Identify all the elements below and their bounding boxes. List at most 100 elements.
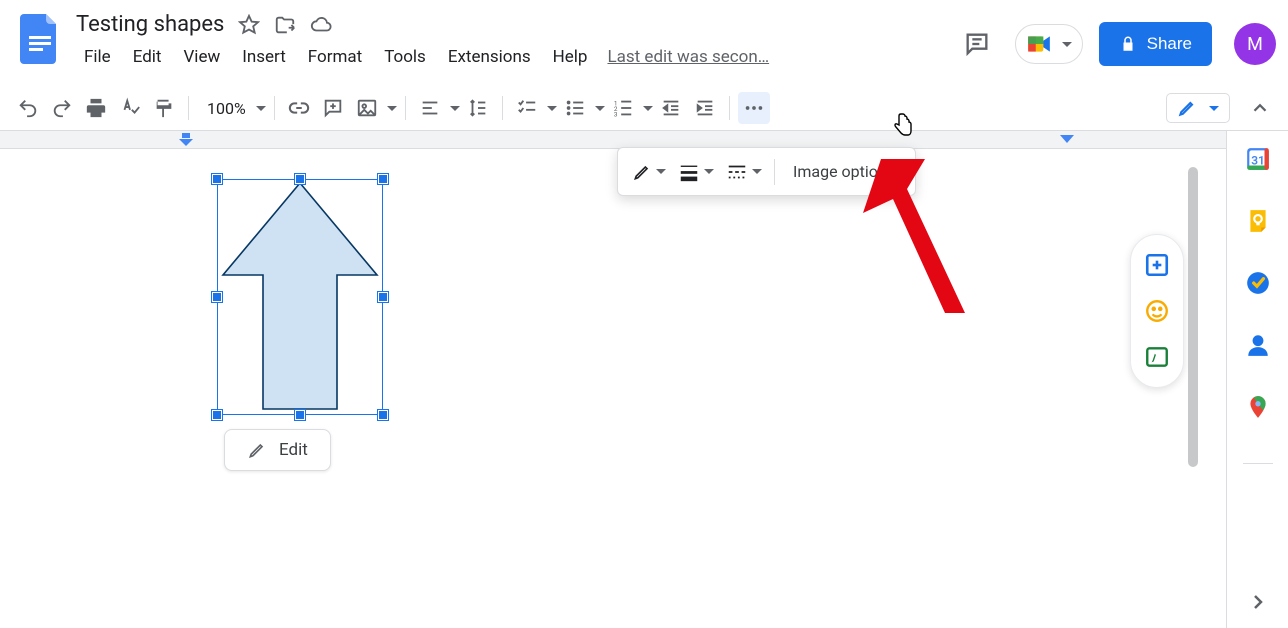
caret-down-icon xyxy=(1209,106,1219,111)
resize-handle-se[interactable] xyxy=(378,410,388,420)
title-row: Testing shapes xyxy=(70,12,955,37)
account-avatar[interactable]: M xyxy=(1234,23,1276,65)
meet-button[interactable] xyxy=(1015,24,1083,64)
pencil-icon xyxy=(632,162,652,182)
tasks-app-icon[interactable] xyxy=(1244,269,1272,297)
vertical-scrollbar[interactable] xyxy=(1188,167,1198,467)
edit-chip-label: Edit xyxy=(279,440,308,460)
resize-handle-e[interactable] xyxy=(378,292,388,302)
menu-view[interactable]: View xyxy=(173,43,230,71)
side-panel-separator xyxy=(1243,463,1273,464)
numbered-list-icon: 123 xyxy=(607,92,639,124)
resize-handle-sw[interactable] xyxy=(212,410,222,420)
checklist-icon xyxy=(511,92,543,124)
increase-indent-button[interactable] xyxy=(689,92,721,124)
appbar-right: Share M xyxy=(955,8,1276,66)
line-spacing-button[interactable] xyxy=(462,92,494,124)
pencil-icon xyxy=(1177,98,1197,118)
title-column: Testing shapes File Edit View Insert For… xyxy=(70,8,955,71)
move-icon[interactable] xyxy=(274,14,296,36)
border-dash-dropdown[interactable] xyxy=(726,161,762,183)
caret-down-icon xyxy=(547,106,557,111)
menu-insert[interactable]: Insert xyxy=(232,43,296,71)
resize-handle-nw[interactable] xyxy=(212,174,222,184)
border-dash-icon xyxy=(726,161,748,183)
resize-handle-w[interactable] xyxy=(212,292,222,302)
ruler-right-indent-marker[interactable] xyxy=(1060,135,1074,145)
docs-logo-wrap[interactable] xyxy=(10,8,70,64)
menu-help[interactable]: Help xyxy=(543,43,598,71)
contacts-app-icon[interactable] xyxy=(1244,331,1272,359)
bulleted-list-dropdown[interactable] xyxy=(559,92,605,124)
numbered-list-dropdown[interactable]: 123 xyxy=(607,92,653,124)
resize-handle-s[interactable] xyxy=(295,410,305,420)
editing-mode-dropdown[interactable] xyxy=(1166,93,1230,123)
bulleted-list-icon xyxy=(559,92,591,124)
align-icon xyxy=(414,92,446,124)
insert-link-button[interactable] xyxy=(283,92,315,124)
caret-down-icon xyxy=(643,106,653,111)
selected-shape[interactable] xyxy=(217,179,383,415)
border-color-dropdown[interactable] xyxy=(632,162,666,182)
floating-comment-tools xyxy=(1130,234,1184,388)
border-weight-dropdown[interactable] xyxy=(678,161,714,183)
zoom-value: 100% xyxy=(197,99,252,118)
meet-icon xyxy=(1026,31,1052,57)
insert-image-dropdown[interactable] xyxy=(351,92,397,124)
paint-format-button[interactable] xyxy=(148,92,180,124)
decrease-indent-button[interactable] xyxy=(655,92,687,124)
emoji-reaction-icon[interactable] xyxy=(1143,297,1171,325)
undo-button[interactable] xyxy=(12,92,44,124)
caret-down-icon xyxy=(1062,42,1072,47)
last-edit-link[interactable]: Last edit was secon… xyxy=(599,43,777,71)
menu-bar: File Edit View Insert Format Tools Exten… xyxy=(70,43,955,71)
print-button[interactable] xyxy=(80,92,112,124)
keep-app-icon[interactable] xyxy=(1244,207,1272,235)
add-comment-button[interactable] xyxy=(317,92,349,124)
cloud-status-icon[interactable] xyxy=(310,14,332,36)
ruler[interactable] xyxy=(0,131,1226,149)
document-canvas[interactable]: Edit Image options xyxy=(0,149,1212,628)
add-comment-icon[interactable] xyxy=(1143,251,1171,279)
menu-format[interactable]: Format xyxy=(298,43,372,71)
share-label: Share xyxy=(1147,34,1192,54)
suggest-edits-icon[interactable] xyxy=(1143,343,1171,371)
toolbar-overflow-popup: Image options xyxy=(617,147,916,196)
collapse-toolbar-button[interactable] xyxy=(1244,92,1276,124)
comments-history-icon[interactable] xyxy=(955,22,999,66)
menu-file[interactable]: File xyxy=(74,43,121,71)
edit-drawing-chip[interactable]: Edit xyxy=(224,429,331,471)
maps-app-icon[interactable] xyxy=(1244,393,1272,421)
document-title[interactable]: Testing shapes xyxy=(70,12,224,37)
checklist-dropdown[interactable] xyxy=(511,92,557,124)
star-icon[interactable] xyxy=(238,14,260,36)
border-weight-icon xyxy=(678,161,700,183)
caret-down-icon xyxy=(387,106,397,111)
spellcheck-button[interactable] xyxy=(114,92,146,124)
caret-down-icon xyxy=(752,169,762,174)
avatar-initial: M xyxy=(1247,34,1263,55)
more-tools-button[interactable] xyxy=(738,92,770,124)
separator xyxy=(729,96,730,120)
menu-extensions[interactable]: Extensions xyxy=(438,43,541,71)
zoom-dropdown[interactable]: 100% xyxy=(197,99,266,118)
calendar-app-icon[interactable]: 31 xyxy=(1244,145,1272,173)
image-options-button[interactable]: Image options xyxy=(787,156,901,187)
resize-handle-n[interactable] xyxy=(295,174,305,184)
menu-edit[interactable]: Edit xyxy=(123,43,172,71)
separator xyxy=(274,96,275,120)
menu-tools[interactable]: Tools xyxy=(374,43,436,71)
lock-icon xyxy=(1119,35,1137,53)
ruler-left-indent-marker[interactable] xyxy=(179,133,193,147)
hide-side-panel-button[interactable] xyxy=(1246,590,1270,614)
resize-handle-ne[interactable] xyxy=(378,174,388,184)
workspace: Edit Image options xyxy=(0,131,1288,628)
separator xyxy=(188,96,189,120)
caret-down-icon xyxy=(656,169,666,174)
align-dropdown[interactable] xyxy=(414,92,460,124)
image-icon xyxy=(351,92,383,124)
app-bar: Testing shapes File Edit View Insert For… xyxy=(0,0,1288,85)
caret-down-icon xyxy=(256,106,266,111)
share-button[interactable]: Share xyxy=(1099,22,1212,66)
redo-button[interactable] xyxy=(46,92,78,124)
